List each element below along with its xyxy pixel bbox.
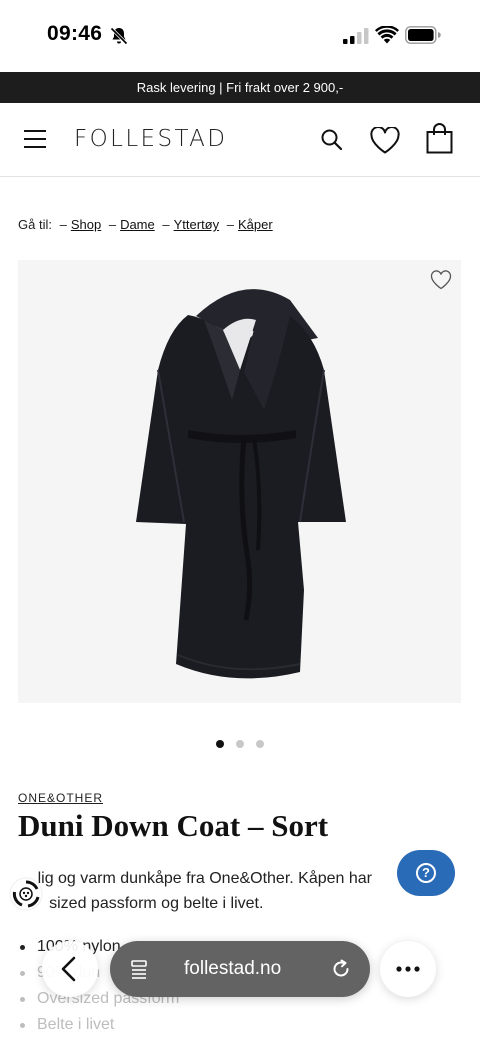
breadcrumb-separator: –	[59, 217, 67, 232]
wifi-icon	[375, 26, 399, 44]
url-bar[interactable]: follestad.no	[110, 941, 370, 997]
breadcrumb-link-dame[interactable]: Dame	[120, 217, 155, 232]
battery-icon	[405, 26, 441, 44]
tabs-icon[interactable]	[130, 959, 150, 979]
product-title: Duni Down Coat – Sort	[18, 808, 329, 843]
description-line-1: lig og varm dunkåpe fra One&Other. Kåpen…	[37, 870, 372, 887]
description-line-2: sized passform og belte i livet.	[49, 895, 264, 912]
image-carousel-dots	[0, 740, 480, 748]
question-icon: ?	[416, 863, 436, 883]
search-icon[interactable]	[320, 128, 344, 152]
menu-icon[interactable]	[24, 130, 46, 150]
more-dots-icon	[396, 966, 420, 972]
breadcrumb-link-shop[interactable]: Shop	[71, 217, 101, 232]
product-image[interactable]	[18, 260, 461, 703]
promo-banner: Rask levering | Fri frakt over 2 900,-	[0, 72, 480, 103]
site-logo[interactable]: FOLLESTAD	[74, 126, 227, 152]
wishlist-heart-icon[interactable]	[430, 270, 452, 290]
carousel-dot-3[interactable]	[256, 740, 264, 748]
shopping-bag-icon[interactable]	[426, 123, 453, 154]
recycle-badge-icon[interactable]	[8, 876, 44, 912]
status-bar: 09:46	[0, 0, 480, 72]
help-button[interactable]: ?	[397, 850, 455, 896]
more-options-button[interactable]	[380, 941, 436, 997]
product-brand-link[interactable]: ONE&OTHER	[18, 791, 103, 805]
back-button[interactable]	[42, 941, 98, 997]
carousel-dot-1[interactable]	[216, 740, 224, 748]
product-description: Enlig og varm dunkåpe fra One&Other. Kåp…	[18, 866, 418, 916]
signal-icon	[343, 28, 369, 44]
chevron-left-icon	[61, 956, 76, 982]
reload-icon[interactable]	[330, 958, 352, 980]
breadcrumb-prefix: Gå til:	[18, 217, 52, 232]
breadcrumb-link-kaper[interactable]: Kåper	[238, 217, 273, 232]
url-text: follestad.no	[184, 958, 282, 979]
breadcrumb: Gå til: – Shop – Dame – Yttertøy – Kåper	[18, 217, 273, 232]
coat-image	[136, 289, 346, 679]
heart-icon[interactable]	[370, 127, 400, 154]
site-header: FOLLESTAD	[0, 103, 480, 177]
breadcrumb-separator: –	[108, 217, 117, 232]
breadcrumb-link-yttertoy[interactable]: Yttertøy	[174, 217, 220, 232]
feature-item: Belte i livet	[18, 1012, 179, 1038]
status-time: 09:46	[47, 22, 103, 45]
breadcrumb-separator: –	[162, 217, 170, 232]
breadcrumb-separator: –	[226, 217, 234, 232]
carousel-dot-2[interactable]	[236, 740, 244, 748]
bell-slash-icon	[110, 27, 128, 45]
